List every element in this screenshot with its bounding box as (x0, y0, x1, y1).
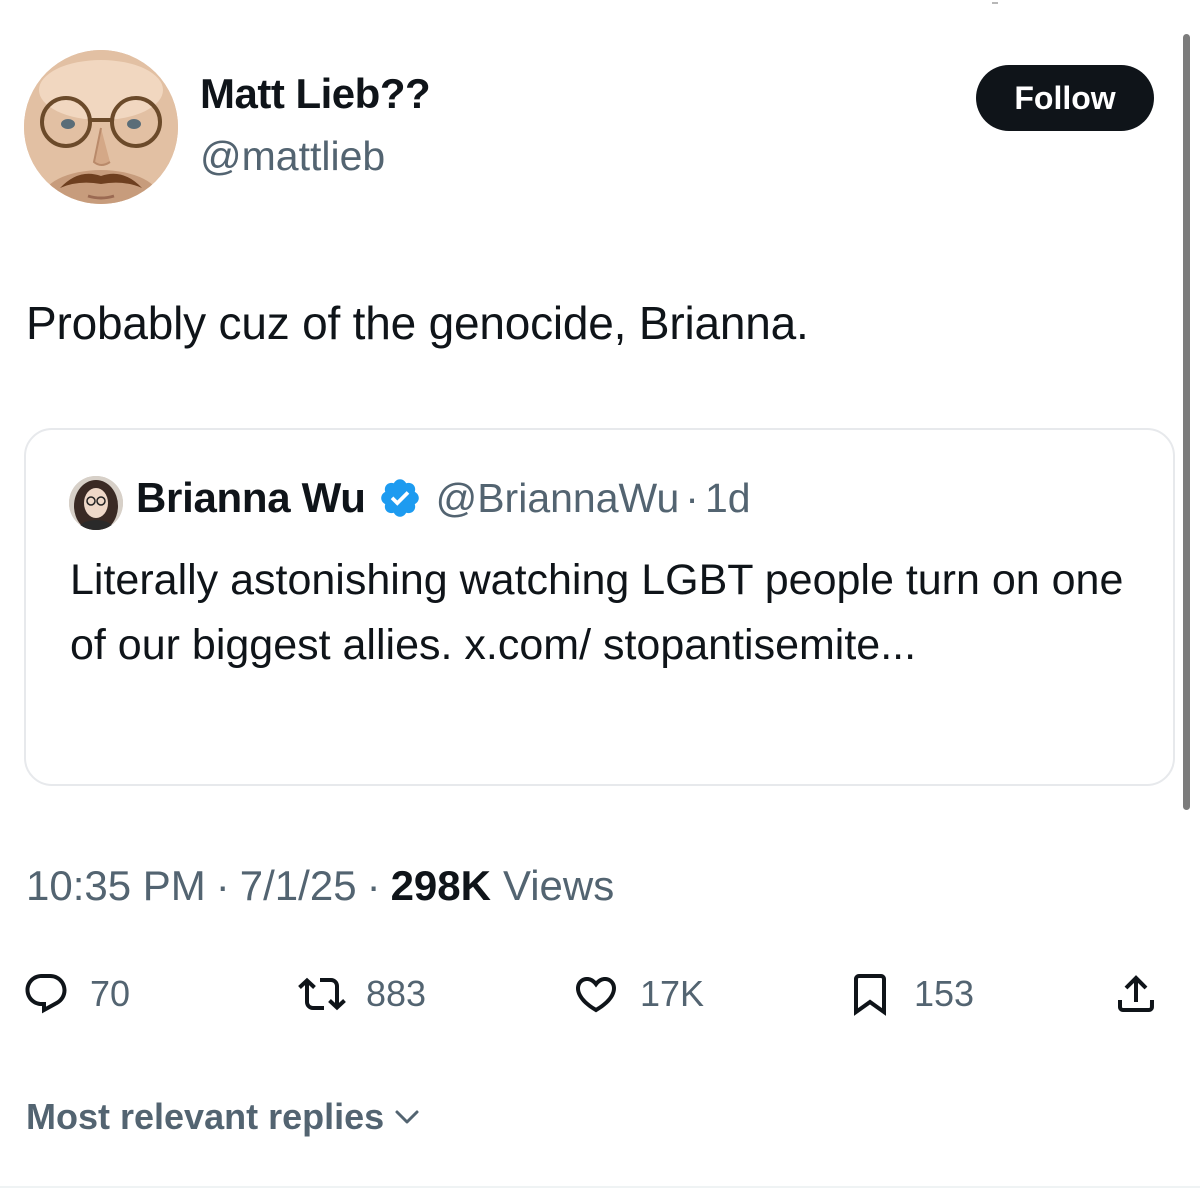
bookmark-icon (846, 970, 894, 1018)
follow-button[interactable]: Follow (976, 65, 1154, 131)
quoted-tweet-card[interactable]: Brianna Wu @BriannaWu · 1d Literally ast… (24, 428, 1175, 786)
quoted-author-handle[interactable]: @BriannaWu (436, 475, 680, 522)
divider (0, 1186, 1200, 1188)
tweet-time[interactable]: 10:35 PM (26, 862, 206, 910)
like-count: 17K (640, 973, 705, 1014)
verified-badge-icon (378, 476, 422, 520)
top-edge-mark (992, 0, 998, 4)
repost-button[interactable]: 883 (298, 966, 426, 1022)
heart-icon (572, 970, 620, 1018)
author-handle[interactable]: @mattlieb (200, 133, 385, 180)
tweet-text: Probably cuz of the genocide, Brianna. (26, 297, 809, 349)
repost-icon (298, 970, 346, 1018)
bookmark-count: 153 (914, 973, 975, 1014)
author-avatar[interactable] (24, 50, 178, 204)
share-icon (1112, 970, 1160, 1018)
author-name[interactable]: Matt Lieb?? (200, 70, 431, 118)
repost-count: 883 (366, 973, 427, 1014)
quoted-tweet-text: Literally astonishing watching LGBT peop… (70, 556, 1124, 669)
quoted-separator: · (685, 474, 699, 521)
reply-button[interactable]: 70 (22, 966, 130, 1022)
views-label: Views (502, 862, 615, 909)
scrollbar[interactable] (1183, 34, 1190, 810)
quoted-timestamp[interactable]: 1d (705, 475, 751, 522)
chevron-down-icon (384, 1102, 422, 1132)
quoted-author-avatar[interactable] (69, 476, 123, 530)
views-count: 298K (390, 862, 491, 909)
bookmark-button[interactable]: 153 (846, 966, 974, 1022)
replies-sort-dropdown[interactable]: Most relevant replies (26, 1096, 422, 1138)
replies-sort-label: Most relevant replies (26, 1096, 385, 1137)
tweet-date[interactable]: 7/1/25 (240, 862, 357, 910)
reply-count: 70 (90, 973, 131, 1014)
like-button[interactable]: 17K (572, 966, 704, 1022)
meta-separator: · (215, 862, 230, 909)
share-button[interactable] (1112, 966, 1160, 1022)
quoted-author-name[interactable]: Brianna Wu (136, 474, 366, 522)
reply-icon (22, 970, 70, 1018)
meta-separator: · (366, 862, 381, 909)
quoted-tweet-header: Brianna Wu @BriannaWu · 1d (136, 474, 751, 522)
tweet-meta: 10:35 PM · 7/1/25 · 298K Views (26, 862, 614, 910)
tweet-detail-page: Matt Lieb?? @mattlieb Follow Probably cu… (0, 0, 1200, 1196)
